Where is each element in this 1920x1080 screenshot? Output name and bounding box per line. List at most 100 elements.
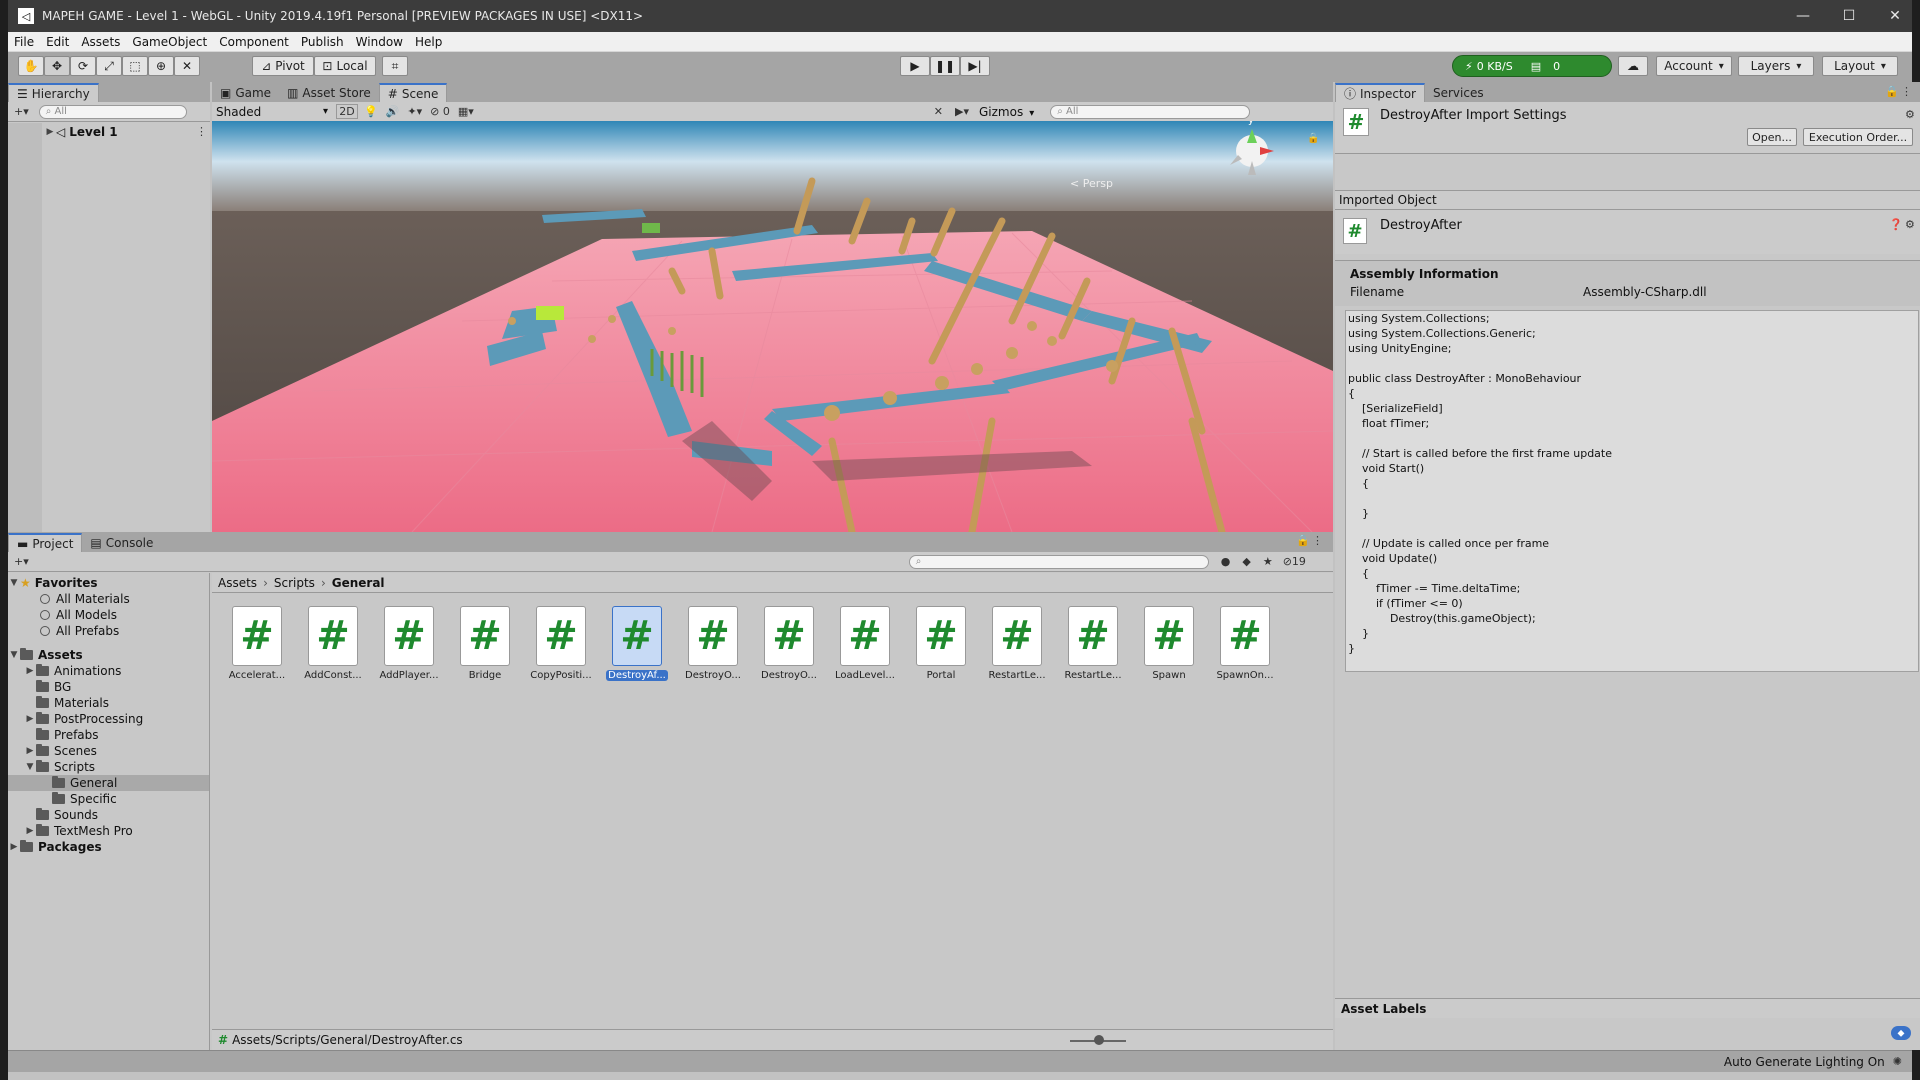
asset-item-selected[interactable]: # DestroyAf... <box>600 606 672 686</box>
favorite-all-models[interactable]: All Models <box>8 607 209 623</box>
step-button[interactable]: ▶| <box>960 56 990 76</box>
collapse-arrow-icon[interactable]: ▼ <box>8 650 20 660</box>
asset-item[interactable]: # Bridge <box>448 606 520 686</box>
collapse-arrow-icon[interactable]: ▼ <box>8 578 20 588</box>
asset-item[interactable]: # SpawnOn... <box>1208 606 1280 686</box>
lock-icon[interactable]: 🔒 <box>1307 133 1319 144</box>
settings-gear-icon[interactable]: ⚙ <box>1905 218 1915 231</box>
tab-services[interactable]: Services <box>1425 83 1492 102</box>
menu-help[interactable]: Help <box>409 35 448 49</box>
asset-item[interactable]: # Spawn <box>1132 606 1204 686</box>
folder-animations[interactable]: ▶ Animations <box>8 663 209 679</box>
folder-sounds[interactable]: Sounds <box>8 807 209 823</box>
effects-icon[interactable]: ✦▾ <box>407 105 422 118</box>
breadcrumb-assets[interactable]: Assets <box>218 576 257 590</box>
transform-tool-icon[interactable]: ⊕ <box>148 56 174 76</box>
camera-icon[interactable]: ▶▾ <box>955 105 969 118</box>
add-icon[interactable]: +▾ <box>14 105 29 118</box>
project-search-input[interactable]: ⌕ <box>908 554 1209 569</box>
create-icon[interactable]: +▾ <box>14 555 29 568</box>
folder-materials[interactable]: Materials <box>8 695 209 711</box>
hierarchy-item-level1[interactable]: ▶ ◁ Level 1 <box>44 124 210 140</box>
tab-inspector[interactable]: ⓘ Inspector <box>1335 83 1425 102</box>
asset-item[interactable]: # AddPlayer... <box>372 606 444 686</box>
hierarchy-search-input[interactable]: ⌕ All <box>38 104 187 119</box>
menu-file[interactable]: File <box>8 35 40 49</box>
assets-root[interactable]: ▼ Assets <box>8 647 209 663</box>
asset-item[interactable]: # RestartLe... <box>980 606 1052 686</box>
grid-toggle-icon[interactable]: ▦▾ <box>458 105 474 118</box>
maximize-button[interactable]: ☐ <box>1826 0 1872 32</box>
tab-project[interactable]: ▬ Project <box>8 533 83 552</box>
asset-item[interactable]: # DestroyO... <box>676 606 748 686</box>
hidden-objects-icon[interactable]: ⊘ 0 <box>430 105 450 118</box>
scale-tool-icon[interactable]: ⤢ <box>96 56 122 76</box>
lock-icon[interactable]: 🔒 <box>1296 534 1310 547</box>
shading-mode-dropdown[interactable]: Shaded <box>212 103 328 121</box>
rotate-tool-icon[interactable]: ⟳ <box>70 56 96 76</box>
hidden-packages-icon[interactable]: ⊘ 19 <box>1283 555 1306 568</box>
move-tool-icon[interactable]: ✥ <box>44 56 70 76</box>
close-button[interactable]: ✕ <box>1872 0 1918 32</box>
folder-textmesh-pro[interactable]: ▶ TextMesh Pro <box>8 823 209 839</box>
favorite-all-prefabs[interactable]: All Prefabs <box>8 623 209 639</box>
play-button[interactable]: ▶ <box>900 56 930 76</box>
breadcrumb-general[interactable]: General <box>332 576 385 590</box>
folder-specific[interactable]: Specific <box>8 791 209 807</box>
2d-toggle[interactable]: 2D <box>336 104 358 119</box>
folder-scenes[interactable]: ▶ Scenes <box>8 743 209 759</box>
expand-arrow-icon[interactable]: ▶ <box>24 746 36 756</box>
panel-menu-icon[interactable]: ⋮ <box>1901 85 1912 98</box>
expand-arrow-icon[interactable]: ▶ <box>24 714 36 724</box>
menu-window[interactable]: Window <box>350 35 409 49</box>
packages-root[interactable]: ▶ Packages <box>8 839 209 855</box>
favorite-all-materials[interactable]: All Materials <box>8 591 209 607</box>
cloud-icon[interactable]: ☁ <box>1618 56 1648 76</box>
tab-game[interactable]: ▣ Game <box>212 83 279 102</box>
breadcrumb-scripts[interactable]: Scripts <box>274 576 315 590</box>
menu-publish[interactable]: Publish <box>295 35 350 49</box>
expand-arrow-icon[interactable]: ▶ <box>24 826 36 836</box>
folder-general[interactable]: General <box>8 775 209 791</box>
asset-item[interactable]: # LoadLevel... <box>828 606 900 686</box>
tag-icon[interactable]: ⬥ <box>1891 1026 1911 1040</box>
collapse-arrow-icon[interactable]: ▼ <box>24 762 36 772</box>
panel-menu-icon[interactable]: ⋮ <box>1312 534 1323 547</box>
scene-search-input[interactable]: ⌕ All <box>1050 104 1251 119</box>
menu-edit[interactable]: Edit <box>40 35 75 49</box>
icon-size-slider-thumb[interactable] <box>1094 1035 1104 1045</box>
asset-item[interactable]: # AddConst... <box>296 606 368 686</box>
tab-hierarchy[interactable]: ☰ Hierarchy <box>8 83 99 102</box>
layers-dropdown[interactable]: Layers <box>1738 56 1814 76</box>
hand-tool-icon[interactable]: ✋ <box>18 56 44 76</box>
asset-item[interactable]: # CopyPositi... <box>524 606 596 686</box>
collab-status[interactable]: ⚡ 0 KB/S ▤ 0 <box>1452 55 1612 77</box>
tab-scene[interactable]: # Scene <box>378 83 448 102</box>
filter-type-icon[interactable]: ● <box>1221 555 1231 568</box>
expand-arrow-icon[interactable]: ▶ <box>24 666 36 676</box>
local-toggle[interactable]: ⊡ Local <box>314 56 376 76</box>
menu-component[interactable]: Component <box>213 35 295 49</box>
open-button[interactable]: Open... <box>1747 128 1797 146</box>
tab-asset-store[interactable]: ▥ Asset Store <box>279 83 379 102</box>
execution-order-button[interactable]: Execution Order... <box>1803 128 1913 146</box>
account-dropdown[interactable]: Account <box>1656 56 1732 76</box>
minimize-button[interactable]: — <box>1780 0 1826 32</box>
rect-tool-icon[interactable]: ⬚ <box>122 56 148 76</box>
settings-gear-icon[interactable]: ⚙ <box>1905 108 1915 121</box>
persp-label[interactable]: < Persp <box>1070 177 1113 190</box>
menu-assets[interactable]: Assets <box>75 35 126 49</box>
folder-prefabs[interactable]: Prefabs <box>8 727 209 743</box>
pause-button[interactable]: ❚❚ <box>930 56 960 76</box>
asset-item[interactable]: # Portal <box>904 606 976 686</box>
tab-console[interactable]: ▤ Console <box>82 533 161 552</box>
lighting-icon[interactable]: 💡 <box>364 105 378 118</box>
asset-item[interactable]: # Accelerat... <box>220 606 292 686</box>
asset-item[interactable]: # RestartLe... <box>1056 606 1128 686</box>
lock-icon[interactable]: 🔒 <box>1885 85 1899 98</box>
kebab-menu-icon[interactable]: ⋮ <box>196 125 207 138</box>
snap-icon[interactable]: ⌗ <box>382 56 408 76</box>
pivot-toggle[interactable]: ⊿ Pivot <box>252 56 314 76</box>
menu-gameobject[interactable]: GameObject <box>126 35 213 49</box>
expand-arrow-icon[interactable]: ▶ <box>8 842 20 852</box>
